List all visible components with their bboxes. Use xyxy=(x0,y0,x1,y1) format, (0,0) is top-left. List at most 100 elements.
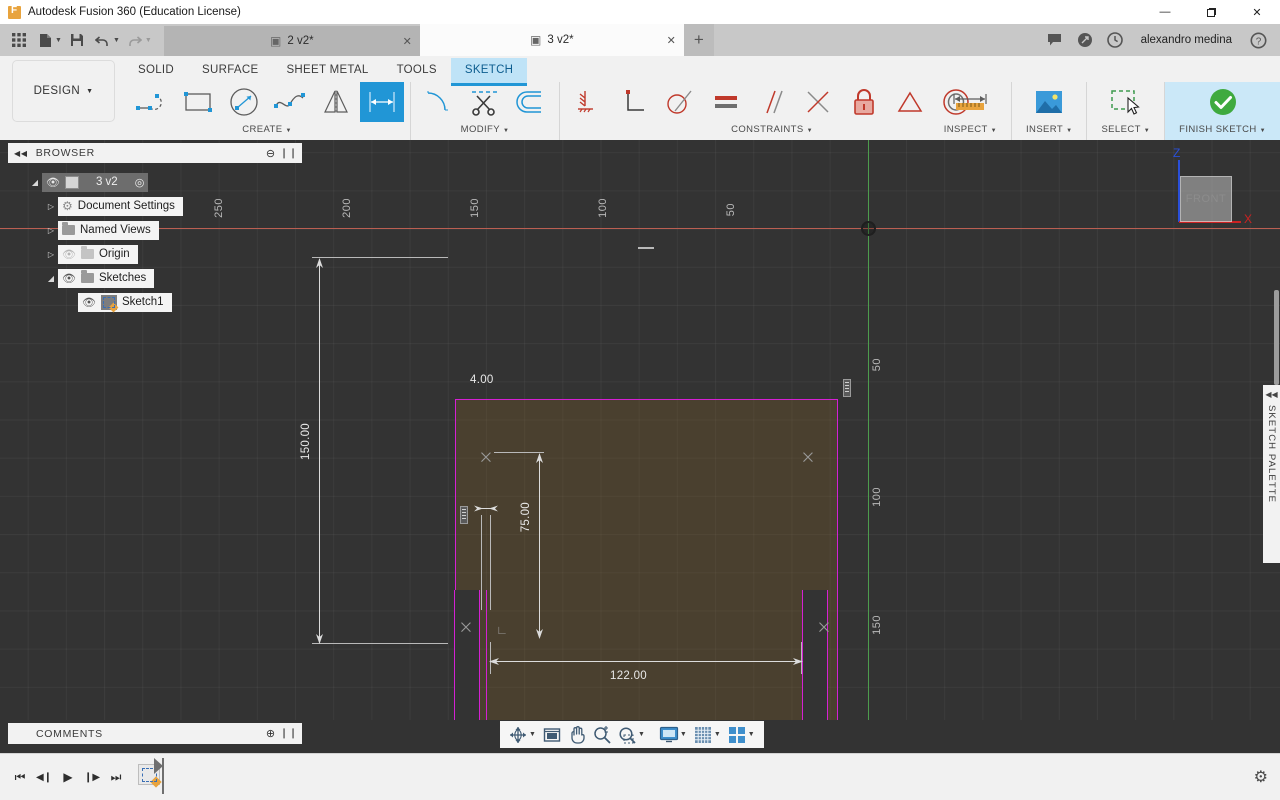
midpoint-constraint[interactable] xyxy=(796,82,840,122)
twisty-icon[interactable]: ▷ xyxy=(44,202,58,211)
lock-constraint[interactable] xyxy=(842,82,886,122)
browser-options-icon[interactable]: ⊖ xyxy=(266,147,276,160)
pan-button[interactable] xyxy=(565,723,589,747)
fix-ground-constraint[interactable] xyxy=(566,82,610,122)
workspace-switcher[interactable]: DESIGN ▼ xyxy=(12,60,115,122)
go-to-beginning-button[interactable]: ⏮ xyxy=(8,763,32,791)
twisty-icon[interactable]: ◢ xyxy=(28,178,42,187)
width-dimension-text[interactable]: 122.00 xyxy=(610,670,647,682)
fit-button[interactable] xyxy=(540,723,564,747)
comments-grip-icon[interactable]: ❙❙ xyxy=(280,728,298,739)
undo-caret-icon[interactable]: ▼ xyxy=(113,37,120,44)
twisty-icon[interactable]: ◢ xyxy=(44,274,58,283)
sketch-slot-right[interactable] xyxy=(802,590,828,720)
minimize-button[interactable]: — xyxy=(1142,0,1188,24)
spline-tool[interactable] xyxy=(268,82,312,122)
browser-item-origin[interactable]: 👁 Origin xyxy=(58,245,138,264)
sketch-dimension-tool[interactable] xyxy=(360,82,404,122)
height-dimension-text[interactable]: 150.00 xyxy=(300,423,312,460)
fillet-tool[interactable] xyxy=(417,82,461,122)
grid-snaps-caret-icon[interactable]: ▼ xyxy=(714,731,721,738)
slot-height-dimension-text[interactable]: 75.00 xyxy=(520,502,532,532)
browser-item-sketch1[interactable]: 👁 Sketch1 xyxy=(78,293,172,312)
browser-header[interactable]: ◀◀ BROWSER ⊖ ❙❙ xyxy=(8,143,302,163)
tree-row-named-views[interactable]: ▷ Named Views xyxy=(8,218,302,242)
redo-caret-icon[interactable]: ▼ xyxy=(145,37,152,44)
notifications-icon[interactable] xyxy=(1041,26,1069,54)
offset-tool[interactable] xyxy=(509,82,553,122)
visibility-eye-icon[interactable]: 👁 xyxy=(46,176,60,189)
close-button[interactable]: ✕ xyxy=(1234,0,1280,24)
display-settings-caret-icon[interactable]: ▼ xyxy=(680,731,687,738)
orbit-button[interactable] xyxy=(506,723,530,747)
browser-item-named-views[interactable]: Named Views xyxy=(58,221,159,240)
mirror-tool[interactable] xyxy=(314,82,358,122)
add-comment-icon[interactable]: ⊕ xyxy=(266,727,276,740)
zoom-window-button[interactable] xyxy=(615,723,639,747)
document-tab-1[interactable]: ▣ 2 v2* ✕ xyxy=(164,26,420,56)
browser-item-document-settings[interactable]: ⚙ Document Settings xyxy=(58,197,183,216)
panel-create-label[interactable]: CREATE▼ xyxy=(130,122,404,135)
comments-panel-header[interactable]: COMMENTS ⊕ ❙❙ xyxy=(8,723,302,744)
panel-finish-sketch[interactable]: FINISH SKETCH▼ xyxy=(1164,82,1280,140)
document-tab-2-close-icon[interactable]: ✕ xyxy=(667,34,676,47)
tangent-constraint[interactable] xyxy=(658,82,702,122)
step-forward-button[interactable]: ❙▶ xyxy=(80,763,104,791)
tree-row-sketch1[interactable]: 👁 Sketch1 xyxy=(8,290,302,314)
activate-component-icon[interactable]: ◎ xyxy=(135,176,145,189)
measure-icon[interactable] xyxy=(948,82,992,122)
tree-row-root[interactable]: ◢ 👁 3 v2 ◎ xyxy=(8,170,302,194)
canvas-scrollbar[interactable] xyxy=(1274,290,1279,385)
view-cube[interactable]: Z X FRONT xyxy=(1152,148,1262,248)
timeline-marker-flag[interactable] xyxy=(162,758,164,794)
slot-offset-dimension-text[interactable]: 4.00 xyxy=(470,374,494,386)
trim-tool[interactable] xyxy=(463,82,507,122)
panel-finish-sketch-label[interactable]: FINISH SKETCH▼ xyxy=(1179,122,1266,135)
timeline-settings-icon[interactable]: ⚙ xyxy=(1254,767,1268,787)
select-window-icon[interactable] xyxy=(1104,82,1148,122)
panel-select-label[interactable]: SELECT▼ xyxy=(1101,122,1150,135)
help-icon[interactable]: ? xyxy=(1244,26,1272,54)
timeline-feature-sketch1[interactable] xyxy=(138,760,184,794)
sketch-palette-tab[interactable]: ◀◀ SKETCH PALETTE xyxy=(1263,385,1280,563)
sketch-inner-boundary[interactable] xyxy=(486,590,802,720)
view-cube-front-face[interactable]: FRONT xyxy=(1180,176,1232,222)
browser-item-sketches[interactable]: 👁 Sketches xyxy=(58,269,154,288)
grid-snaps-button[interactable] xyxy=(691,723,715,747)
panel-insert-label[interactable]: INSERT▼ xyxy=(1026,122,1072,135)
rectangle-tool[interactable] xyxy=(176,82,220,122)
finish-check-icon[interactable] xyxy=(1201,82,1245,122)
sketch-slot-left[interactable] xyxy=(454,590,480,720)
new-tab-button[interactable]: + xyxy=(684,24,714,56)
origin-point[interactable] xyxy=(861,221,876,236)
insert-image-icon[interactable] xyxy=(1027,82,1071,122)
twisty-icon[interactable]: ▷ xyxy=(44,226,58,235)
tree-row-origin[interactable]: ▷ 👁 Origin xyxy=(8,242,302,266)
document-tab-2[interactable]: ▣ 3 v2* ✕ xyxy=(420,24,684,56)
parallel-constraint[interactable] xyxy=(750,82,794,122)
play-button[interactable]: ▶ xyxy=(56,763,80,791)
grid-apps-icon[interactable] xyxy=(6,27,32,53)
maximize-button[interactable] xyxy=(1188,0,1234,24)
panel-modify-label[interactable]: MODIFY▼ xyxy=(417,122,553,135)
visibility-eye-off-icon[interactable]: 👁 xyxy=(62,248,76,261)
recent-icon[interactable] xyxy=(1101,26,1129,54)
browser-grip-icon[interactable]: ❙❙ xyxy=(280,148,298,159)
panel-constraints-label[interactable]: CONSTRAINTS▼ xyxy=(566,122,978,135)
go-to-end-button[interactable]: ⏭ xyxy=(104,763,128,791)
tree-row-sketches[interactable]: ◢ 👁 Sketches xyxy=(8,266,302,290)
zoom-window-caret-icon[interactable]: ▼ xyxy=(638,731,645,738)
circle-tool[interactable] xyxy=(222,82,266,122)
save-icon[interactable] xyxy=(64,27,90,53)
new-document-caret-icon[interactable]: ▼ xyxy=(55,37,62,44)
job-status-icon[interactable] xyxy=(1071,26,1099,54)
display-settings-button[interactable] xyxy=(657,723,681,747)
browser-item-component[interactable]: 👁 3 v2 ◎ xyxy=(42,173,148,192)
step-back-button[interactable]: ◀❙ xyxy=(32,763,56,791)
viewports-button[interactable] xyxy=(725,723,749,747)
panel-inspect-label[interactable]: INSPECT▼ xyxy=(944,122,997,135)
equal-constraint[interactable] xyxy=(704,82,748,122)
zoom-button[interactable] xyxy=(590,723,614,747)
visibility-eye-icon[interactable]: 👁 xyxy=(82,296,96,309)
visibility-eye-icon[interactable]: 👁 xyxy=(62,272,76,285)
